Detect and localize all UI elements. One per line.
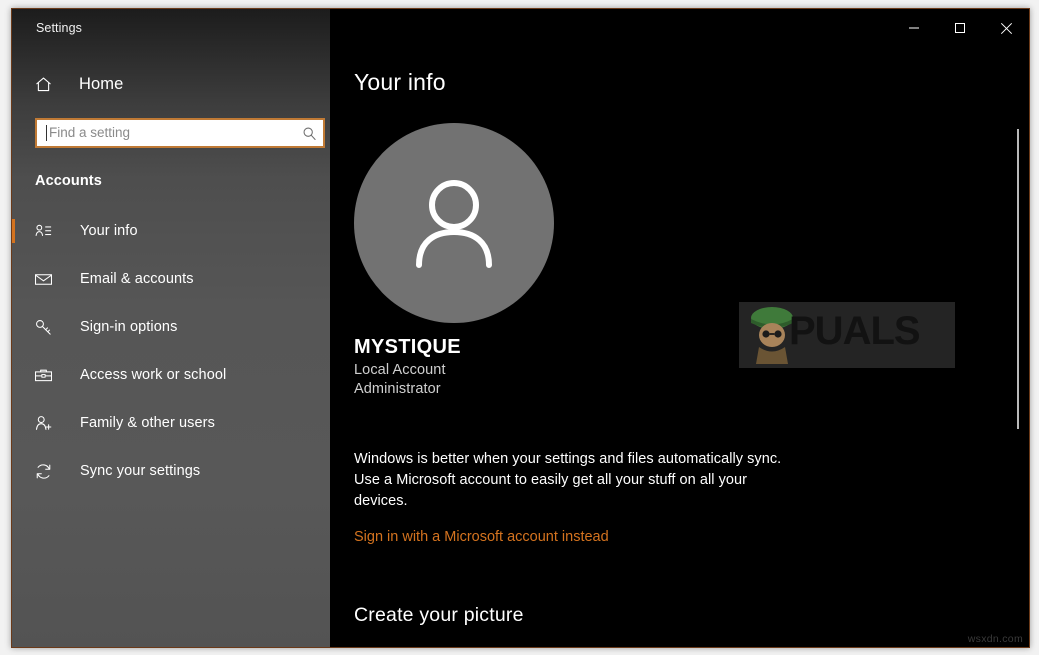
create-your-picture-heading: Create your picture [354,604,524,626]
briefcase-icon [34,366,60,385]
sync-icon [34,462,60,481]
sidebar-item-label: Your info [80,223,138,239]
window-controls [330,9,1029,47]
active-indicator [12,411,15,435]
envelope-icon [34,270,60,289]
account-role: Administrator [354,381,441,397]
sign-in-microsoft-account-link[interactable]: Sign in with a Microsoft account instead [354,529,609,545]
sidebar-item-home[interactable]: Home [12,67,330,101]
sidebar-item-sign-in-options[interactable]: Sign-in options [12,303,330,351]
settings-window: Settings Home Find a setting Accounts Yo… [11,8,1030,648]
text-caret [46,125,47,141]
account-type: Local Account [354,362,446,378]
sidebar-item-label: Access work or school [80,367,227,383]
window-titlebar[interactable]: Settings [12,9,330,47]
active-indicator [12,459,15,483]
home-label: Home [79,74,124,93]
your-info-panel: Your info MYSTIQUE Local Account Adminis… [330,47,1029,627]
active-indicator [12,267,15,291]
person-avatar-icon [400,167,508,280]
sidebar-nav-list: Your info Email & accounts Sign-in optio… [12,207,330,495]
sidebar-item-your-info[interactable]: Your info [12,207,330,255]
vertical-scrollbar[interactable] [1013,53,1023,641]
sidebar-item-access-work-or-school[interactable]: Access work or school [12,351,330,399]
page-title: Your info [354,69,446,95]
sync-description: Windows is better when your settings and… [354,451,782,509]
sidebar-item-family-other-users[interactable]: Family & other users [12,399,330,447]
sidebar-item-email-accounts[interactable]: Email & accounts [12,255,330,303]
search-input[interactable]: Find a setting [35,118,325,148]
site-watermark: wsxdn.com [967,633,1023,645]
key-icon [34,318,60,337]
contact-card-icon [34,222,60,241]
minimize-button[interactable] [891,9,937,47]
sidebar-section-title: Accounts [35,173,102,189]
sidebar-item-sync-your-settings[interactable]: Sync your settings [12,447,330,495]
close-button[interactable] [983,9,1029,47]
sidebar-item-label: Family & other users [80,415,215,431]
sidebar-item-label: Sign-in options [80,319,178,335]
sidebar-item-label: Email & accounts [80,271,194,287]
search-icon[interactable] [302,126,317,141]
scrollbar-thumb[interactable] [1017,129,1019,429]
active-indicator [12,315,15,339]
account-name: MYSTIQUE [354,336,461,358]
window-title: Settings [36,21,82,35]
sidebar: Settings Home Find a setting Accounts Yo… [12,9,330,647]
search-placeholder: Find a setting [49,125,131,141]
avatar[interactable] [354,123,554,323]
sync-block: Windows is better when your settings and… [354,449,804,546]
home-icon [34,75,60,94]
main-content: Your info MYSTIQUE Local Account Adminis… [330,9,1029,647]
person-add-icon [34,414,60,433]
sidebar-item-label: Sync your settings [80,463,201,479]
maximize-button[interactable] [937,9,983,47]
active-indicator [12,363,15,387]
active-indicator [12,219,15,243]
